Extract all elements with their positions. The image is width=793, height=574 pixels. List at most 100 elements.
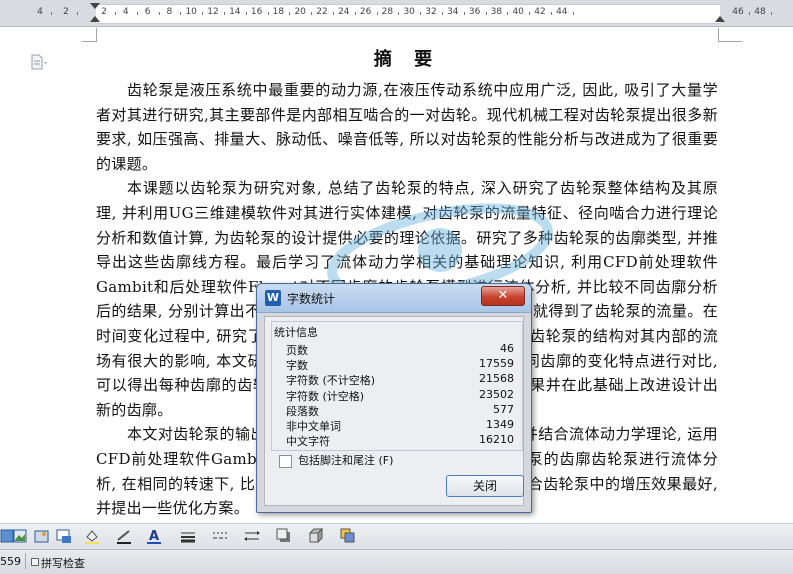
ruler-number: 32 [425,7,437,17]
ruler-tick [245,12,247,15]
stat-label: 段落数 [286,404,319,418]
ruler-number: 26 [359,7,372,17]
ruler-tick [76,12,78,15]
left-indent-marker[interactable] [90,16,100,22]
ruler-tick [180,12,182,15]
ruler-tick [770,12,772,15]
ruler-tick [202,12,204,15]
stat-value: 577 [493,402,514,416]
ruler-tick [50,12,52,15]
ruler-number: 36 [468,7,481,17]
clip-art-icon[interactable] [34,528,50,544]
status-bar: 559 拼写检查 [0,549,793,574]
close-button[interactable]: 关闭 [446,475,524,497]
spellcheck-icon[interactable] [31,558,39,566]
ruler-number: 28 [381,7,394,17]
line-color-icon[interactable] [116,528,132,544]
ruler-number: 30 [403,7,415,17]
stat-label: 字符数 (计空格) [286,389,365,403]
line-style-icon[interactable] [180,528,196,544]
ruler-number: 2 [101,7,107,17]
shadow-icon[interactable] [276,528,292,544]
ruler-number: 10 [185,7,197,17]
image-format-icon[interactable] [56,528,72,544]
stat-value: 1349 [486,418,514,431]
wps-app-icon: W [265,290,281,306]
ruler-number: 40 [512,7,524,17]
ruler-number: 46 [732,7,744,17]
arrow-style-icon[interactable] [244,528,260,544]
font-color-icon[interactable]: A [146,528,162,544]
word-count-dialog: W 字数统计 ✕ 统计信息 页数 46 字数 17559 字符数 (不计空格) 21568… [256,283,532,513]
ruler-tick [507,12,509,15]
insert-picture-icon[interactable] [12,528,28,544]
ruler-number: 42 [534,7,546,17]
ruler-number: 2 [63,7,69,17]
stat-row: 段落数 577 [286,403,514,418]
ruler-number: 4 [122,7,129,17]
stat-row: 字数 17559 [286,357,514,372]
select-objects-icon[interactable] [340,528,356,544]
stat-value: 23502 [479,387,514,401]
ruler-number: 8 [166,7,173,17]
dialog-title: 字数统计 [287,292,336,306]
stat-label: 字数 [286,359,308,373]
first-line-indent-marker[interactable] [90,3,100,9]
svg-text:A: A [149,529,159,544]
ruler-number: 48 [754,7,766,17]
ruler-number: 38 [490,7,503,17]
right-indent-marker[interactable] [715,16,725,22]
status-divider [25,553,26,569]
stat-row: 中文字符 16210 [286,433,514,448]
ruler-tick [441,12,443,15]
include-footnotes-option[interactable]: 包括脚注和尾注 (F) [279,452,393,468]
stat-row: 页数 46 [286,342,514,357]
stat-value: 21568 [479,372,514,386]
checkbox[interactable] [279,454,292,468]
close-icon[interactable]: ✕ [481,286,525,306]
ruler-tick [485,12,487,15]
ruler-tick [748,12,750,15]
ruler-tick [267,12,269,15]
ruler-number: 6 [144,7,151,17]
ruler-number: 12 [207,7,219,17]
ruler-tick [311,12,313,15]
status-word-count[interactable]: 559 [0,555,21,568]
ruler-tick [420,12,422,15]
page-corner-mark [96,28,97,42]
stat-label: 中文字符 [286,435,330,449]
document-title: 摘 要 [373,49,441,70]
ruler-tick [114,12,116,15]
ruler-tick [136,12,138,15]
stat-label: 非中文单词 [286,420,341,433]
stat-row: 字符数 (计空格) 23502 [286,388,514,403]
ruler-number: 24 [338,7,350,17]
stat-label: 页数 [286,344,308,357]
ruler-number: 34 [447,7,459,17]
stat-row: 非中文单词 1349 [286,418,514,433]
group-label: 统计信息 [274,326,318,339]
3d-style-icon[interactable] [308,527,324,544]
ruler-number: 22 [316,7,328,17]
ruler-tick [529,12,531,15]
ruler-tick [550,12,552,15]
stat-value: 16210 [479,433,514,447]
page-corner-mark [718,28,719,42]
ruler-tick [223,12,225,15]
ruler-tick [463,12,465,15]
ruler-number: 18 [272,7,285,17]
drawing-toolbar: A [0,523,793,549]
checkbox-label: 包括脚注和尾注 (F) [298,454,394,467]
dialog-titlebar[interactable]: W 字数统计 ✕ [257,284,531,313]
ruler-number: 14 [229,7,241,17]
horizontal-ruler[interactable]: 4 2 2 4 6 8 10 12 14 16 18 20 22 24 26 28 30 32 34 36 38 40 42… [0,0,793,27]
ruler-number: 44 [556,7,568,17]
ruler-tick [289,12,291,15]
document-map-icon[interactable] [30,54,48,70]
spellcheck-status[interactable]: 拼写检查 [41,555,85,571]
fill-color-icon[interactable] [84,528,100,544]
dash-style-icon[interactable] [212,528,228,544]
paragraph: 齿轮泵是液压系统中最重要的动力源,在液压传动系统中应用广泛, 因此, 吸引了大量… [96,81,718,173]
ruler-tick [376,12,378,15]
dialog-body: 统计信息 页数 46 字数 17559 字符数 (不计空格) 21568 字符数 (计空格)… [264,316,524,506]
